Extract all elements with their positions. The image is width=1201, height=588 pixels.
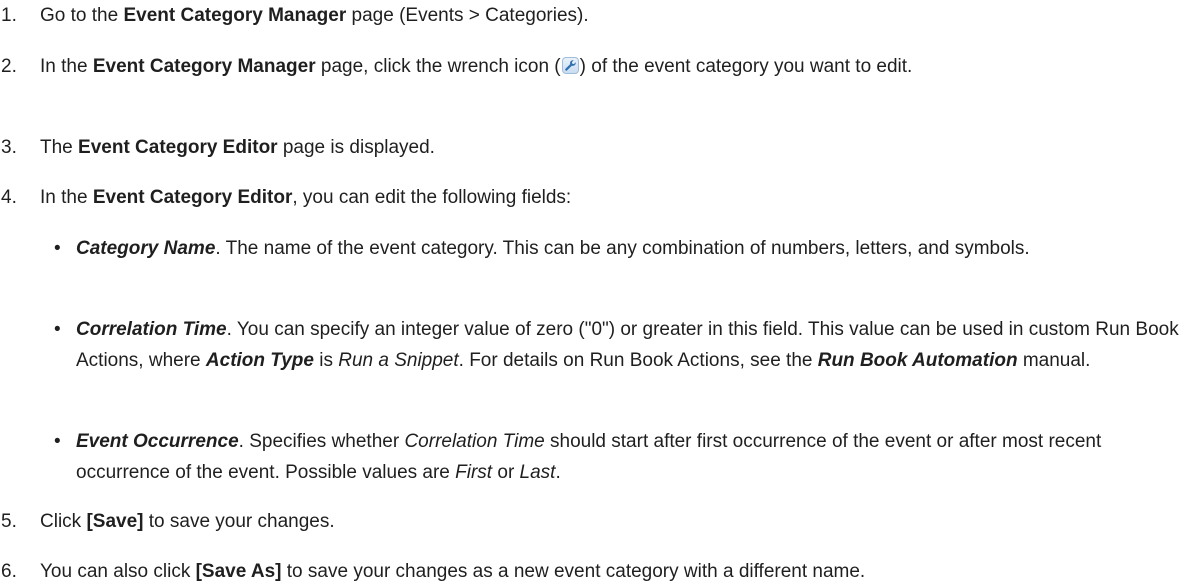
step-1: 1. Go to the Event Category Manager page… [0,0,1195,31]
field-name: Correlation Time [76,319,227,340]
step-text: In the Event Category Editor, you can ed… [40,187,572,208]
field-name: Category Name [76,238,216,259]
step-3: 3. The Event Category Editor page is dis… [0,132,1195,163]
step-2: 2. In the Event Category Manager page, c… [0,51,1195,82]
bullet: • [54,319,61,340]
step-5: 5. Click [Save] to save your changes. [0,506,1195,537]
emphasis: Last [519,462,556,483]
field-item-correlation-time: • Correlation Time. You can specify an i… [54,314,1196,376]
emphasis: First [455,462,493,483]
wrench-icon [561,57,579,74]
manual-name: Run Book Automation [817,350,1018,371]
field-item-event-occurrence: • Event Occurrence. Specifies whether Co… [54,426,1196,488]
field-name: Event Occurrence [76,431,239,452]
bullet: • [54,238,61,259]
page-name: Event Category Manager [92,56,316,77]
step-text: Go to the Event Category Manager page (E… [40,5,589,26]
step-number: 3. [1,137,17,158]
step-4: 4. In the Event Category Editor, you can… [0,182,1195,213]
step-6: 6. You can also click [Save As] to save … [0,556,1195,587]
emphasis: Correlation Time [404,431,545,452]
step-number: 6. [1,561,17,582]
field-description: . The name of the event category. This c… [215,238,1030,259]
step-number: 1. [1,5,17,26]
field-item-category-name: • Category Name. The name of the event c… [54,233,1196,264]
page-name: Event Category Manager [123,5,347,26]
step-text: You can also click [Save As] to save you… [40,561,866,582]
button-name: [Save] [86,511,144,532]
step-number: 2. [1,56,17,77]
page-name: Event Category Editor [78,137,278,158]
page-name: Event Category Editor [92,187,293,208]
procedure-document: 1. Go to the Event Category Manager page… [0,0,1201,588]
button-name: [Save As] [195,561,282,582]
step-text: In the Event Category Manager page, clic… [40,56,913,77]
step-number: 4. [1,187,17,208]
emphasis: Run a Snippet [338,350,459,371]
bullet: • [54,431,61,452]
emphasis: Action Type [205,350,314,371]
step-number: 5. [1,511,17,532]
step-text: The Event Category Editor page is displa… [40,137,435,158]
step-text: Click [Save] to save your changes. [40,511,335,532]
